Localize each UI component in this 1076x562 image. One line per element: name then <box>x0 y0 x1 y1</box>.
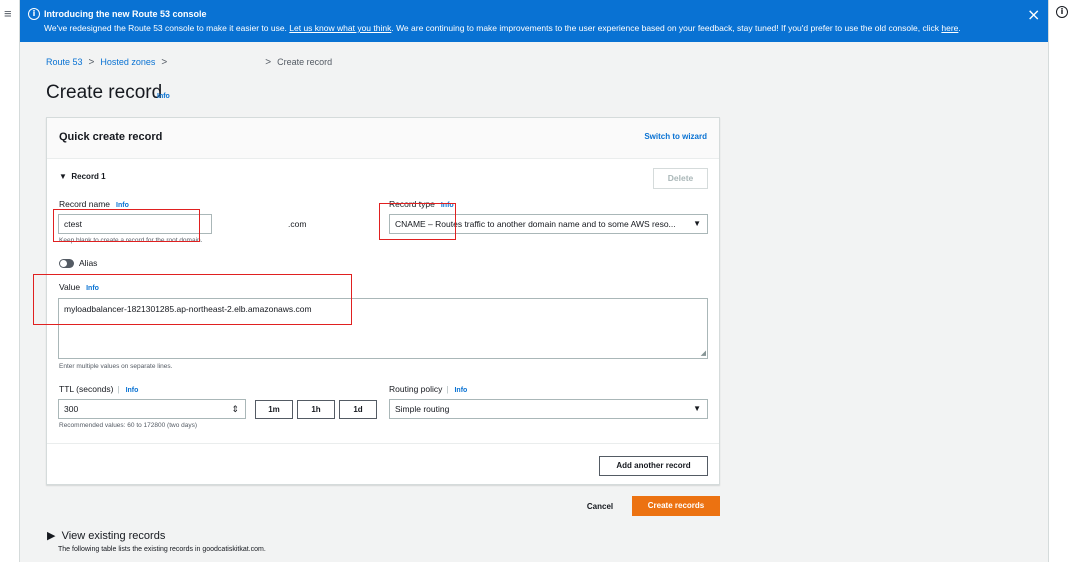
create-records-button[interactable]: Create records <box>632 496 720 516</box>
ttl-1d-button[interactable]: 1d <box>339 400 377 419</box>
value-hint: Enter multiple values on separate lines. <box>59 363 173 370</box>
banner-text-start: We've redesigned the Route 53 console to… <box>44 23 290 33</box>
add-another-record-button[interactable]: Add another record <box>599 456 708 476</box>
value-label: Value Info <box>59 282 99 292</box>
record-type-select[interactable]: CNAME – Routes traffic to another domain… <box>389 214 708 234</box>
ttl-1h-button[interactable]: 1h <box>297 400 335 419</box>
menu-icon[interactable]: ≡ <box>4 6 12 21</box>
routing-policy-info-link[interactable]: Info <box>454 387 467 394</box>
value-textarea[interactable]: myloadbalancer-1821301285.ap-northeast-2… <box>58 298 708 359</box>
routing-policy-label: Routing policy | Info <box>389 384 468 394</box>
routing-policy-value: Simple routing <box>395 404 450 414</box>
page-info-link[interactable]: Info <box>157 93 170 100</box>
record-type-value: CNAME – Routes traffic to another domain… <box>395 219 676 229</box>
record-section-title: Record 1 <box>71 172 106 181</box>
caret-down-icon: ▼ <box>693 219 701 228</box>
ttl-info-link[interactable]: Info <box>126 387 139 394</box>
caret-down-icon: ▼ <box>693 404 701 413</box>
right-tools-rail: i <box>1048 0 1076 562</box>
ttl-value: 300 <box>64 404 79 414</box>
value-info-link[interactable]: Info <box>86 285 99 292</box>
record-name-hint: Keep blank to create a record for the ro… <box>59 237 203 244</box>
view-existing-records-toggle[interactable]: ▶ View existing records <box>47 529 165 542</box>
alias-label: Alias <box>79 258 98 268</box>
left-nav-rail: ≡ <box>0 0 20 562</box>
alias-toggle[interactable] <box>59 259 74 268</box>
panel-title: Quick create record <box>59 131 163 143</box>
banner-info-icon: i <box>28 8 40 20</box>
ttl-input[interactable]: 300 ⇕ <box>58 399 246 419</box>
record-section-toggle[interactable]: ▼ Record 1 <box>59 172 106 181</box>
record-name-info-link[interactable]: Info <box>116 202 129 209</box>
close-icon[interactable]: × <box>1027 5 1040 24</box>
breadcrumb-hosted-zones[interactable]: Hosted zones <box>100 57 155 67</box>
stepper-icon[interactable]: ⇕ <box>231 400 239 418</box>
ttl-1m-button[interactable]: 1m <box>255 400 293 419</box>
existing-records-description: The following table lists the existing r… <box>58 546 266 553</box>
caret-right-icon: ▶ <box>47 530 56 542</box>
caret-down-icon: ▼ <box>59 172 67 181</box>
panel-header: Quick create record Switch to wizard <box>47 118 719 159</box>
chevron-right-icon: > <box>88 57 95 68</box>
value-text: myloadbalancer-1821301285.ap-northeast-2… <box>64 304 312 314</box>
feedback-link[interactable]: Let us know what you think <box>289 23 391 33</box>
record-type-info-link[interactable]: Info <box>441 202 454 209</box>
record-name-label-text: Record name <box>59 199 111 209</box>
routing-policy-label-text: Routing policy <box>389 384 443 394</box>
help-info-icon[interactable]: i <box>1056 6 1068 18</box>
page-title: Create record <box>46 82 163 103</box>
existing-records-title: View existing records <box>61 530 166 542</box>
banner-text-end: . <box>958 23 961 33</box>
delete-button[interactable]: Delete <box>653 168 708 189</box>
ttl-label-text: TTL (seconds) <box>59 384 114 394</box>
old-console-link[interactable]: here <box>941 23 958 33</box>
switch-to-wizard-link[interactable]: Switch to wizard <box>644 132 707 141</box>
chevron-right-icon: > <box>161 57 168 68</box>
banner-message: We've redesigned the Route 53 console to… <box>44 23 961 33</box>
breadcrumb: Route 53 > Hosted zones > > Create record <box>46 57 332 68</box>
banner-text-middle: . We are continuing to make improvements… <box>391 23 942 33</box>
announcement-banner: i Introducing the new Route 53 console W… <box>20 0 1048 42</box>
record-name-input[interactable]: ctest <box>58 214 212 234</box>
banner-title: Introducing the new Route 53 console <box>44 9 207 19</box>
breadcrumb-current: Create record <box>277 57 333 67</box>
record-type-label: Record type Info <box>389 199 454 209</box>
routing-policy-select[interactable]: Simple routing ▼ <box>389 399 708 419</box>
ttl-label: TTL (seconds) | Info <box>59 384 139 394</box>
record-type-label-text: Record type <box>389 199 435 209</box>
chevron-right-icon: > <box>265 57 272 68</box>
cancel-button[interactable]: Cancel <box>579 499 621 515</box>
domain-suffix: .com <box>288 219 307 229</box>
toggle-knob <box>60 260 67 267</box>
divider <box>47 443 719 444</box>
breadcrumb-route53[interactable]: Route 53 <box>46 57 83 67</box>
resize-handle-icon[interactable]: ◢ <box>701 350 706 357</box>
ttl-hint: Recommended values: 60 to 172800 (two da… <box>59 422 198 429</box>
record-name-label: Record name Info <box>59 199 129 209</box>
value-label-text: Value <box>59 282 81 292</box>
quick-create-panel: Quick create record Switch to wizard ▼ R… <box>46 117 720 485</box>
